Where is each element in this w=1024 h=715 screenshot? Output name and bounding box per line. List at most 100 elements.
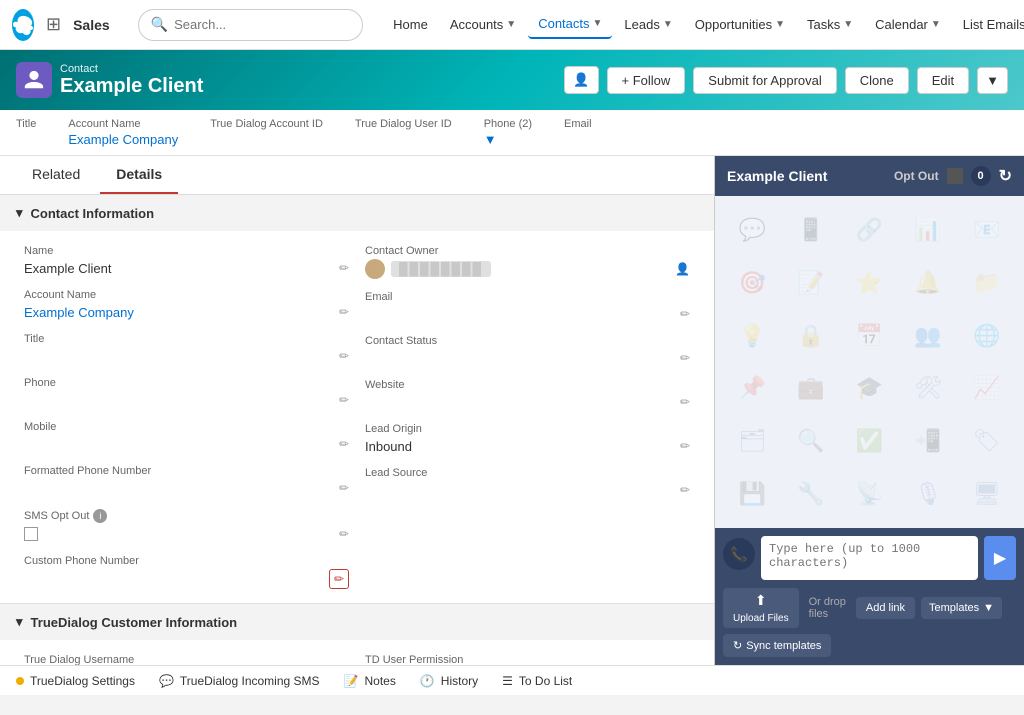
account-name-field-label: Account Name [24, 289, 349, 301]
upload-icon: ⬆ [755, 592, 767, 609]
clone-button[interactable]: Clone [845, 67, 909, 94]
chat-contact-name: Example Client [727, 168, 827, 184]
fields-right-col: Contact Owner ████████ 👤 Email [357, 239, 698, 595]
title-field-label: Title [24, 333, 349, 345]
section-collapse-icon: ▾ [16, 205, 23, 221]
upload-files-button[interactable]: ⬆ Upload Files [723, 588, 799, 628]
account-name-link[interactable]: Example Company [24, 305, 134, 320]
record-header: Contact Example Client 👤 + Follow Submit… [0, 50, 1024, 110]
record-fields-bar: Title Account Name Example Company True … [0, 110, 1024, 156]
bg-icon-26: 💾 [723, 467, 782, 520]
sms-opt-out-checkbox[interactable] [24, 527, 38, 541]
more-actions-button[interactable]: ▼ [977, 67, 1008, 94]
left-panel: Related Details ▾ Contact Information Na… [0, 156, 714, 665]
phone-edit-icon[interactable]: ✏ [339, 393, 349, 407]
follow-button[interactable]: + Follow [607, 67, 686, 94]
lead-origin-edit-icon[interactable]: ✏ [680, 439, 690, 453]
formatted-phone-edit-icon[interactable]: ✏ [339, 481, 349, 495]
nav-item-calendar[interactable]: Calendar ▼ [865, 11, 951, 38]
status-history[interactable]: 🕐 History [420, 674, 478, 688]
chat-input[interactable] [761, 536, 978, 580]
status-to-do-list[interactable]: ☰ To Do List [502, 674, 572, 688]
email-edit-icon[interactable]: ✏ [680, 307, 690, 321]
contact-owner-label: Contact Owner [365, 245, 690, 257]
phone-field-label: Phone [24, 377, 349, 389]
record-identity: Contact Example Client [16, 62, 203, 98]
mobile-edit-icon[interactable]: ✏ [339, 437, 349, 451]
contact-owner-display: ████████ [365, 259, 491, 279]
bg-icon-8: ⭐ [840, 257, 899, 310]
custom-phone-edit-icon-red[interactable]: ✏ [329, 569, 349, 589]
contact-owner-edit-icon[interactable]: 👤 [675, 262, 690, 276]
status-incoming-sms[interactable]: 💬 TrueDialog Incoming SMS [159, 674, 320, 688]
owner-name-blurred: ████████ [391, 261, 491, 277]
grid-icon[interactable]: ⊞ [46, 14, 61, 35]
nav-item-home[interactable]: Home [383, 11, 438, 38]
submit-for-approval-button[interactable]: Submit for Approval [693, 67, 836, 94]
sync-templates-button[interactable]: ↻ Sync templates [723, 634, 831, 657]
record-info: Contact Example Client [60, 63, 203, 98]
templates-chevron: ▼ [983, 602, 994, 614]
nav-item-list-emails[interactable]: List Emails ▼ [953, 11, 1024, 38]
nav-contacts-label: Contacts [538, 16, 589, 31]
nav-item-leads[interactable]: Leads ▼ [614, 11, 682, 38]
contact-info-section-header[interactable]: ▾ Contact Information [0, 195, 714, 231]
bg-icon-25: 🏷 [957, 415, 1016, 468]
account-name-value[interactable]: Example Company [68, 132, 178, 147]
send-button[interactable]: ▶ [984, 536, 1016, 580]
bg-icon-10: 📁 [957, 257, 1016, 310]
edit-button[interactable]: Edit [917, 67, 969, 94]
nav-item-tasks[interactable]: Tasks ▼ [797, 11, 863, 38]
nav-item-accounts[interactable]: Accounts ▼ [440, 11, 526, 38]
nav-item-opportunities[interactable]: Opportunities ▼ [685, 11, 795, 38]
opt-out-toggle[interactable] [947, 168, 963, 184]
nav-leads-label: Leads [624, 17, 659, 32]
salesforce-logo[interactable] [12, 9, 34, 41]
bg-icon-4: 📊 [899, 204, 958, 257]
email-field-value-right: ✏ [365, 305, 690, 323]
bg-icon-1: 💬 [723, 204, 782, 257]
field-formatted-phone-row: Formatted Phone Number ✏ [16, 459, 357, 503]
bg-icon-16: 📌 [723, 362, 782, 415]
name-edit-icon[interactable]: ✏ [339, 261, 349, 275]
record-actions-bar: 👤 + Follow Submit for Approval Clone Edi… [564, 66, 1008, 94]
status-truedialog-settings[interactable]: TrueDialog Settings [16, 674, 135, 688]
bg-icon-3: 🔗 [840, 204, 899, 257]
nav-home-label: Home [393, 17, 428, 32]
sms-opt-out-edit-icon[interactable]: ✏ [339, 527, 349, 541]
title-edit-icon[interactable]: ✏ [339, 349, 349, 363]
field-title: Title [16, 118, 36, 132]
search-input[interactable] [174, 17, 350, 32]
website-value: ✏ [365, 393, 690, 411]
truedialog-section-header[interactable]: ▾ TrueDialog Customer Information [0, 604, 714, 640]
add-link-button[interactable]: Add link [856, 597, 915, 619]
chat-message-area: 💬 📱 🔗 📊 📧 🎯 📝 ⭐ 🔔 📁 💡 🔒 📅 👥 🌐 📌 💼 🎓 🛠 [715, 196, 1024, 528]
search-bar[interactable]: 🔍 [138, 9, 363, 41]
bg-icon-22: 🔍 [782, 415, 841, 468]
tab-related[interactable]: Related [16, 156, 96, 194]
templates-dropdown[interactable]: Templates ▼ [921, 597, 1002, 619]
title-label: Title [16, 118, 36, 130]
chat-refresh-button[interactable]: ↻ [999, 166, 1012, 186]
account-name-edit-icon[interactable]: ✏ [339, 305, 349, 319]
field-true-dialog-user-id: True Dialog User ID [355, 118, 452, 132]
sms-opt-out-label: SMS Opt Out i [24, 509, 349, 523]
bg-icon-11: 💡 [723, 309, 782, 362]
tab-details[interactable]: Details [100, 156, 178, 194]
calendar-chevron: ▼ [931, 19, 941, 30]
status-notes[interactable]: 📝 Notes [344, 674, 396, 688]
person-icon-button[interactable]: 👤 [564, 66, 598, 94]
field-phone[interactable]: Phone (2) ▼ [484, 118, 532, 147]
nav-item-contacts[interactable]: Contacts ▼ [528, 10, 612, 39]
truedialog-settings-dot [16, 677, 24, 685]
truedialog-section: ▾ TrueDialog Customer Information True D… [0, 604, 714, 665]
chat-header: Example Client Opt Out 0 ↻ [715, 156, 1024, 196]
website-edit-icon[interactable]: ✏ [680, 395, 690, 409]
contact-status-edit-icon[interactable]: ✏ [680, 351, 690, 365]
lead-source-edit-icon[interactable]: ✏ [680, 483, 690, 497]
truedialog-fields-grid: True Dialog Username ✏ True Dialog User … [16, 648, 698, 665]
bg-icon-2: 📱 [782, 204, 841, 257]
phone-dropdown[interactable]: ▼ [484, 132, 532, 147]
field-account-name: Account Name Example Company [68, 118, 178, 147]
bg-icon-17: 💼 [782, 362, 841, 415]
